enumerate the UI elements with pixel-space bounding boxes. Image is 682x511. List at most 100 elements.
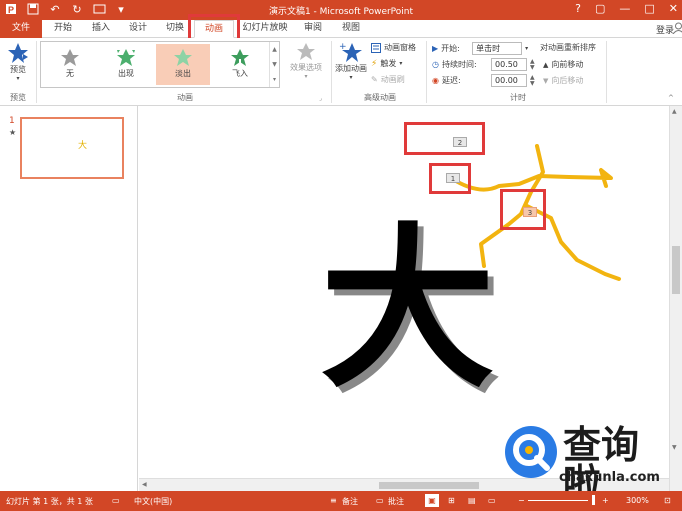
- ribbon-tabs: 文件 开始 插入 设计 切换 动画 幻灯片放映 审阅 视图 登录: [0, 20, 682, 38]
- watermark-logo-icon: [505, 426, 557, 478]
- normal-view-icon[interactable]: ▣: [425, 494, 439, 507]
- gallery-scroll[interactable]: ▲ ▼ ▾: [269, 42, 279, 87]
- animation-gallery: 无 出现 淡出 飞入 ▲ ▼ ▾: [40, 41, 280, 88]
- scroll-down-icon[interactable]: ▼: [672, 444, 677, 451]
- delay-label: 延迟:: [441, 76, 461, 85]
- move-earlier-label: 向前移动: [551, 60, 584, 69]
- effect-options-button[interactable]: 效果选项 ▾: [286, 42, 326, 80]
- trigger-label: 触发: [380, 59, 397, 68]
- gallery-label-fly-in: 飞入: [232, 69, 248, 78]
- group-label-timing: 计时: [510, 93, 526, 102]
- reorder-title: 对动画重新排序: [540, 43, 596, 52]
- tab-insert[interactable]: 插入: [84, 20, 118, 38]
- zoom-in-icon[interactable]: +: [602, 496, 609, 505]
- animation-painter-button[interactable]: ✎ 动画刷: [371, 74, 405, 85]
- tab-file[interactable]: 文件: [0, 20, 42, 38]
- group-label-animation: 动画: [177, 93, 193, 102]
- ribbon-display-icon[interactable]: ▢: [595, 2, 605, 15]
- tab-home[interactable]: 开始: [46, 20, 80, 38]
- gallery-item-fade[interactable]: 淡出: [156, 44, 210, 85]
- reading-view-icon[interactable]: ▤: [468, 496, 476, 505]
- preview-label: 预览: [10, 65, 26, 74]
- clock-icon: ◷: [432, 60, 439, 69]
- tab-review[interactable]: 审阅: [298, 20, 328, 38]
- gallery-label-none: 无: [66, 69, 74, 78]
- animation-star-marker-icon: ★: [9, 128, 17, 137]
- trigger-button[interactable]: ⚡ 触发 ▾: [371, 58, 402, 69]
- start-label: 开始:: [441, 44, 460, 53]
- thumb-char: 大: [78, 141, 88, 151]
- tab-slideshow[interactable]: 幻灯片放映: [238, 20, 292, 38]
- lightning-icon: ⚡: [371, 58, 378, 69]
- motion-path-1: [449, 168, 613, 192]
- slide-character[interactable]: 大: [320, 222, 495, 397]
- tab-view[interactable]: 视图: [336, 20, 366, 38]
- slideshow-icon[interactable]: ▭: [488, 496, 496, 505]
- preview-button[interactable]: 预览 ▾: [4, 42, 32, 82]
- start-dropdown-icon[interactable]: ▾: [525, 45, 528, 52]
- vertical-scroll-thumb[interactable]: [672, 246, 680, 294]
- scroll-up-icon[interactable]: ▲: [672, 108, 677, 115]
- animation-pane-button[interactable]: 动画窗格: [371, 42, 416, 53]
- gallery-label-fade: 淡出: [175, 69, 191, 78]
- maximize-icon[interactable]: □: [644, 2, 654, 15]
- dialog-launcher-icon[interactable]: ⌟: [319, 95, 322, 102]
- brush-icon: ✎: [371, 75, 378, 84]
- language[interactable]: 中文(中国): [134, 496, 172, 507]
- zoom-slider[interactable]: [528, 500, 588, 501]
- zoom-level[interactable]: 300%: [626, 496, 649, 505]
- slide-number: 1: [9, 116, 15, 126]
- delay-spinner[interactable]: ▲ ▼: [530, 74, 535, 87]
- duration-row: ◷ 持续时间: 00.50 ▲ ▼: [432, 58, 535, 71]
- user-icon[interactable]: [672, 22, 682, 37]
- delay-input[interactable]: 00.00: [490, 74, 527, 87]
- move-later-label: 向后移动: [551, 76, 584, 85]
- comments-icon[interactable]: ▭: [376, 496, 384, 505]
- move-earlier-button[interactable]: ▲ 向前移动: [543, 59, 583, 70]
- slide-sorter-icon[interactable]: ⊞: [448, 496, 455, 505]
- comments-button[interactable]: 批注: [388, 496, 404, 507]
- preview-star-icon: [8, 43, 28, 63]
- scroll-left-icon[interactable]: ◀: [142, 481, 147, 488]
- tab-transitions[interactable]: 切换: [158, 20, 192, 38]
- gallery-item-none[interactable]: 无: [43, 44, 97, 85]
- slides-pane: 1 ★ 大: [0, 106, 138, 491]
- divider: [36, 41, 37, 103]
- arrow-down-icon: ▼: [543, 76, 549, 85]
- duration-spinner[interactable]: ▲ ▼: [530, 58, 535, 71]
- zoom-slider-thumb[interactable]: [592, 495, 595, 505]
- horizontal-scroll-thumb[interactable]: [379, 482, 479, 489]
- animation-painter-label: 动画刷: [380, 75, 405, 84]
- fit-slide-icon[interactable]: ⊡: [664, 496, 671, 505]
- move-later-button[interactable]: ▼ 向后移动: [543, 75, 583, 86]
- ribbon-panel: 预览 ▾ 预览 无 出现 淡出 飞入 ▲ ▼ ▾ 效果选项 ▾ 动画 ⌟ + 添加动…: [0, 38, 682, 106]
- start-select[interactable]: 单击时: [472, 42, 523, 55]
- animation-pane-label: 动画窗格: [384, 43, 416, 52]
- collapse-ribbon-icon[interactable]: ^: [668, 94, 674, 102]
- group-label-advanced: 高级动画: [364, 93, 396, 102]
- window-controls: ? ▢ — □ ✕: [575, 2, 678, 15]
- arrow-up-icon: ▲: [543, 60, 549, 69]
- notes-button[interactable]: 备注: [342, 496, 358, 507]
- slide-info: 幻灯片 第 1 张，共 1 张: [6, 497, 93, 506]
- login-link[interactable]: 登录: [656, 23, 674, 36]
- minimize-icon[interactable]: —: [619, 2, 630, 15]
- vertical-scrollbar[interactable]: ▲ ▼: [669, 106, 682, 491]
- gallery-item-appear[interactable]: 出现: [99, 44, 153, 85]
- start-row: ▶ 开始: 单击时 ▾: [432, 42, 528, 55]
- add-animation-button[interactable]: + 添加动画 ▾: [334, 41, 368, 81]
- slide-thumbnail[interactable]: 大: [20, 117, 124, 179]
- zoom-out-icon[interactable]: −: [518, 496, 525, 505]
- notes-icon[interactable]: ≡: [330, 496, 337, 505]
- duration-input[interactable]: 00.50: [490, 58, 527, 71]
- close-icon[interactable]: ✕: [669, 2, 678, 15]
- add-animation-label: 添加动画: [335, 64, 367, 73]
- help-icon[interactable]: ?: [575, 2, 581, 15]
- delay-row: ◉ 延迟: 00.00 ▲ ▼: [432, 74, 535, 87]
- effect-options-label: 效果选项: [290, 63, 322, 72]
- status-bar: 幻灯片 第 1 张，共 1 张 ▭ 中文(中国) ≡ 备注 ▭ 批注 ▣ ⊞ ▤…: [0, 491, 682, 511]
- tab-design[interactable]: 设计: [121, 20, 155, 38]
- badge-highlight-box-1: [429, 163, 471, 194]
- spell-check-icon[interactable]: ▭: [112, 496, 120, 505]
- gallery-item-fly-in[interactable]: 飞入: [213, 44, 267, 85]
